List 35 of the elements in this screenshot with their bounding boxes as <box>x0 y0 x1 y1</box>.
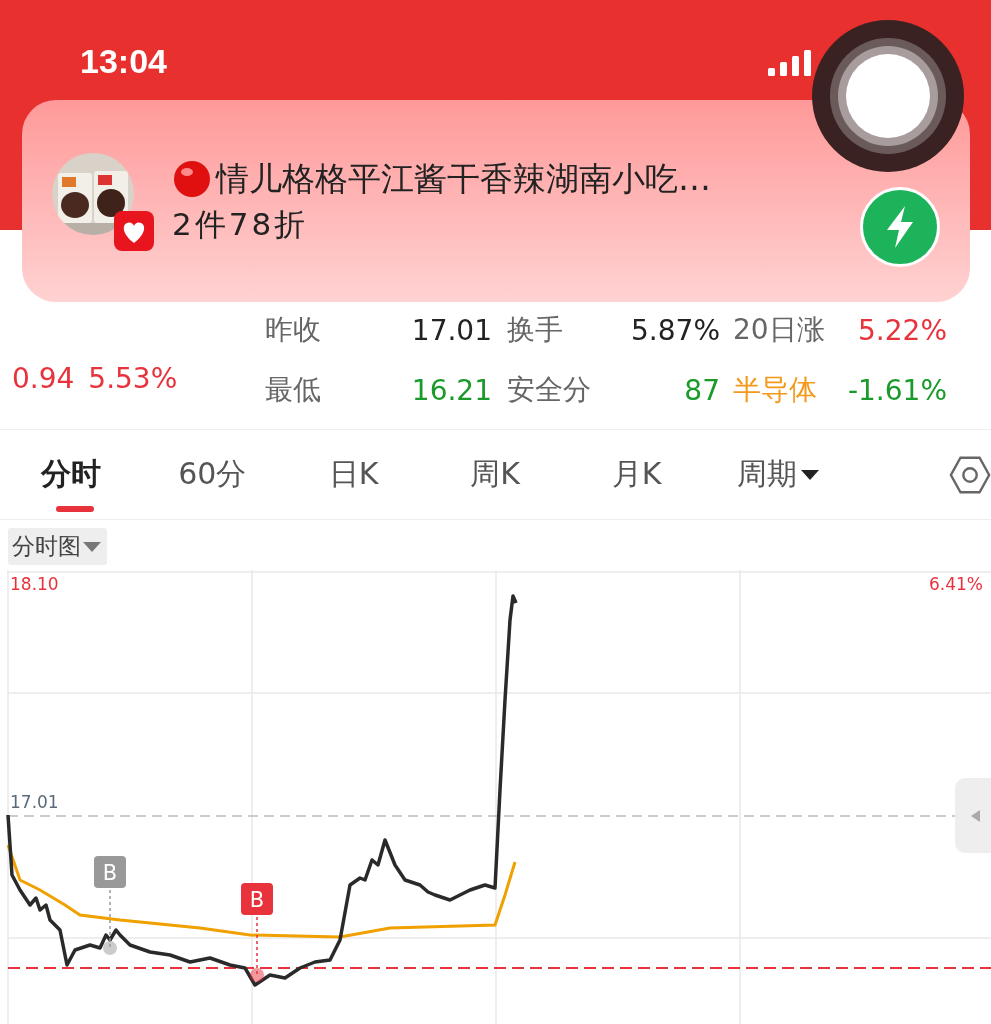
chart-tab[interactable]: 周K <box>424 429 566 520</box>
stat-label: 昨收 <box>265 312 322 348</box>
settings-icon[interactable] <box>948 454 991 495</box>
notification-subtitle: 2件78折 <box>172 204 310 244</box>
chart-tab[interactable]: 60分 <box>141 429 283 520</box>
axis-label: 6.41% <box>929 574 983 594</box>
stat-value: 17.01 <box>410 313 492 347</box>
sector-label: 半导体 <box>733 372 818 408</box>
notification-title: 情儿格格平江酱干香辣湖南小吃… <box>216 157 711 200</box>
stat-value: 16.21 <box>410 373 492 407</box>
period-dropdown[interactable]: 周期 <box>707 429 849 520</box>
dot-icon <box>172 159 212 199</box>
chart-tab[interactable]: 日K <box>282 429 425 520</box>
signal-icon <box>768 50 812 76</box>
stat-label: 安全分 <box>507 372 592 408</box>
price-change: 0.94 <box>12 362 75 397</box>
axis-label: 18.10 <box>10 574 59 594</box>
stat-value: 5.22% <box>857 313 947 347</box>
assistive-touch-button[interactable] <box>812 20 964 172</box>
stat-label: 最低 <box>265 372 322 408</box>
chart-mode-dropdown[interactable]: 分时图 <box>8 528 107 565</box>
chart-tab[interactable]: 月K <box>565 429 708 520</box>
axis-label: 17.01 <box>10 792 59 812</box>
percent-change: 5.53% <box>88 362 178 397</box>
stat-label: 换手 <box>507 312 564 348</box>
stat-value: 5.87% <box>630 313 720 347</box>
status-time: 13:04 <box>80 42 167 81</box>
caret-icon <box>81 540 103 553</box>
caret-icon <box>801 469 820 480</box>
drawer-handle[interactable] <box>955 778 991 853</box>
stat-value: -1.61% <box>846 373 947 407</box>
stat-label: 20日涨 <box>733 312 826 348</box>
stat-value: 87 <box>683 373 720 407</box>
notification-banner[interactable]: 情儿格格平江酱干香辣湖南小吃… 2件78折 <box>22 100 970 302</box>
chart-tab[interactable]: 分时 <box>0 429 142 520</box>
